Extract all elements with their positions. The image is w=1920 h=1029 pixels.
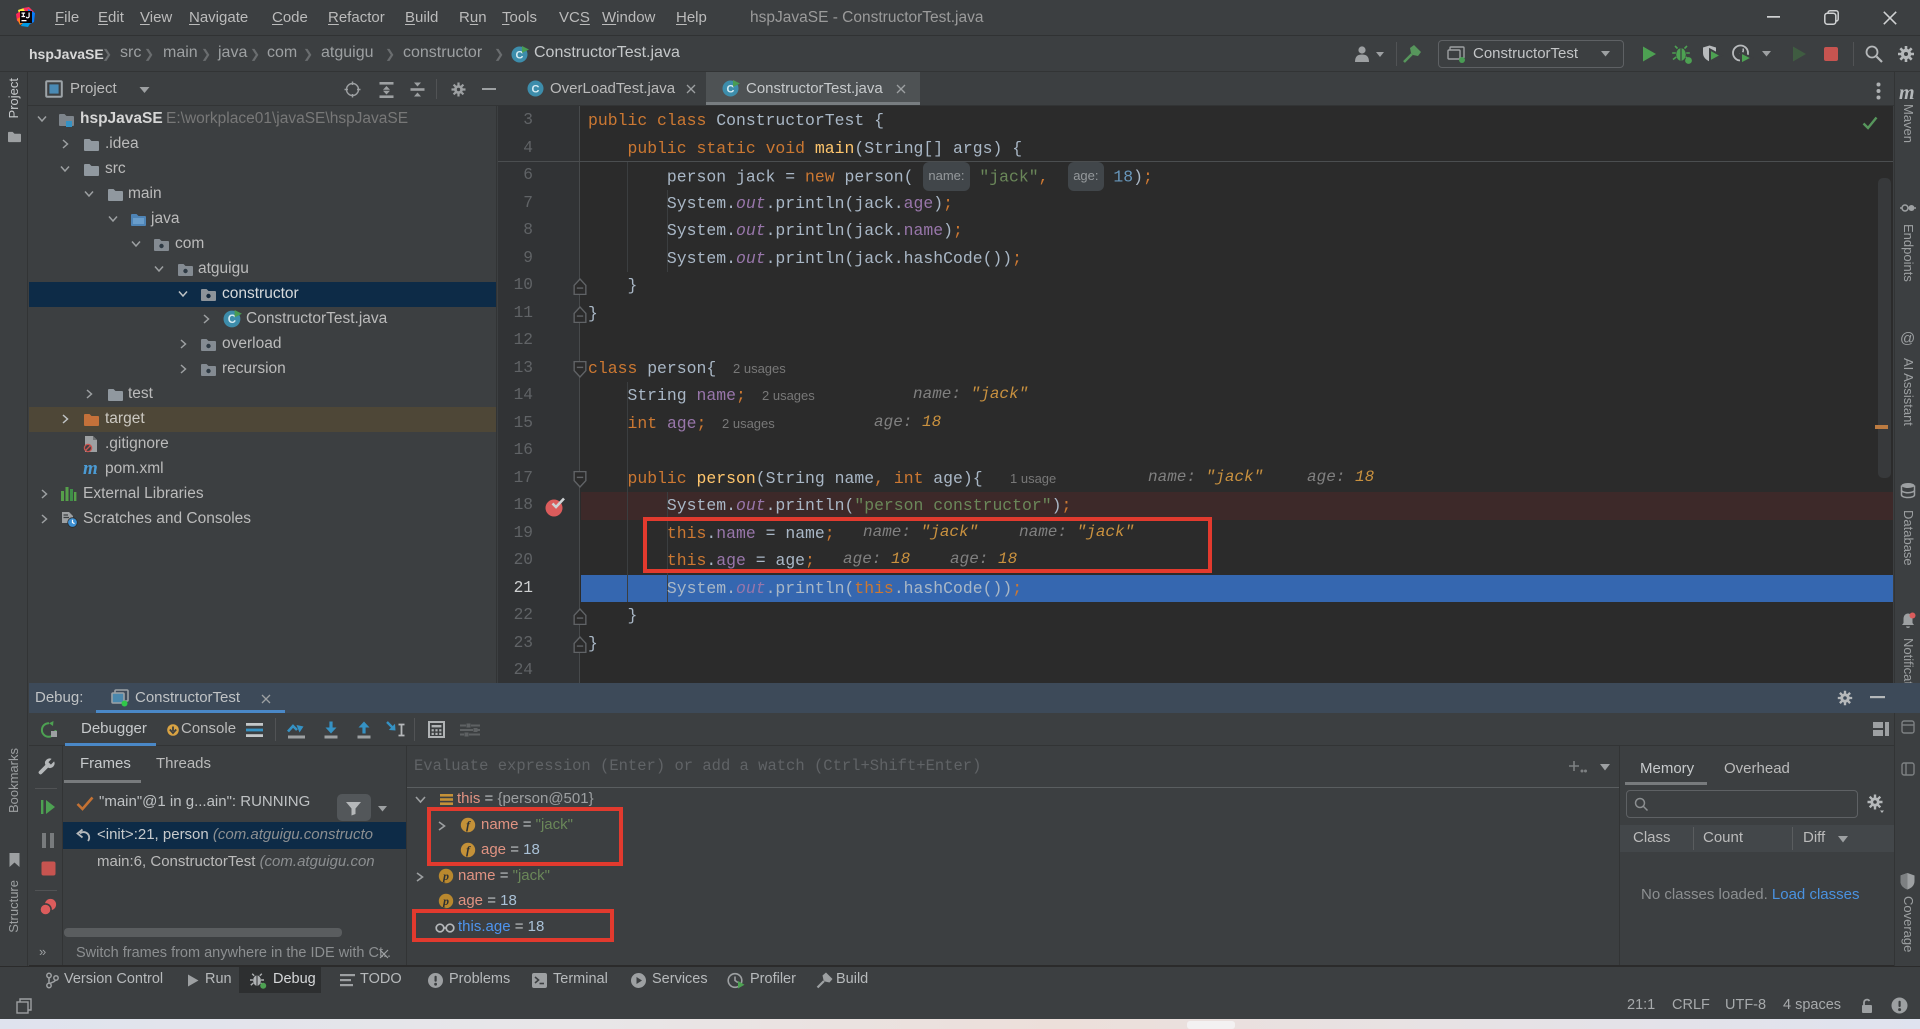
svg-text:p: p (442, 869, 449, 883)
svg-text:C: C (532, 84, 540, 96)
svg-text:p: p (442, 894, 449, 908)
